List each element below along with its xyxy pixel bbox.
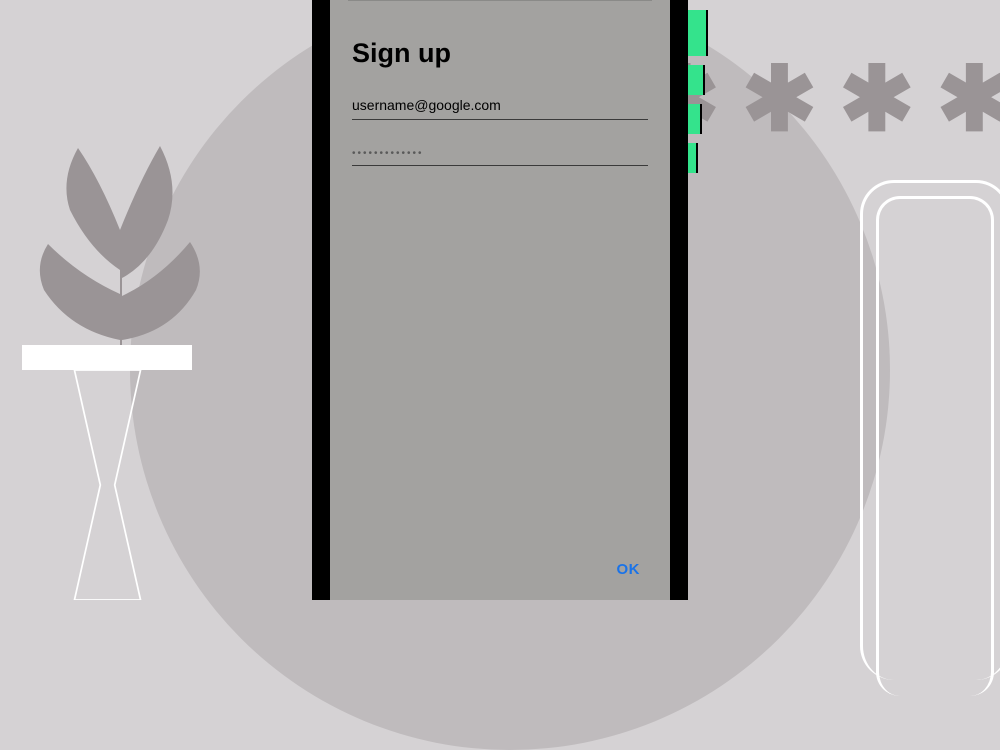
ok-button[interactable]: OK [609, 555, 649, 584]
autofill-indicator [688, 65, 705, 95]
autofill-indicator [688, 10, 708, 56]
asterisk-icon: ✱ [839, 55, 914, 145]
asterisk-icon: ✱ [742, 55, 817, 145]
username-field[interactable] [352, 91, 648, 120]
asterisk-icon: ✱ [937, 55, 1000, 145]
autofill-indicator [688, 143, 698, 173]
screen-top-divider [348, 0, 652, 1]
ghost-phone-inner-outline [876, 196, 994, 696]
autofill-indicator [688, 104, 702, 134]
phone-frame: Sign up OK [312, 0, 688, 600]
signup-title: Sign up [352, 38, 648, 69]
phone-screen: Sign up OK [330, 0, 670, 600]
plant-illustration [30, 140, 210, 355]
password-field[interactable] [352, 142, 648, 166]
